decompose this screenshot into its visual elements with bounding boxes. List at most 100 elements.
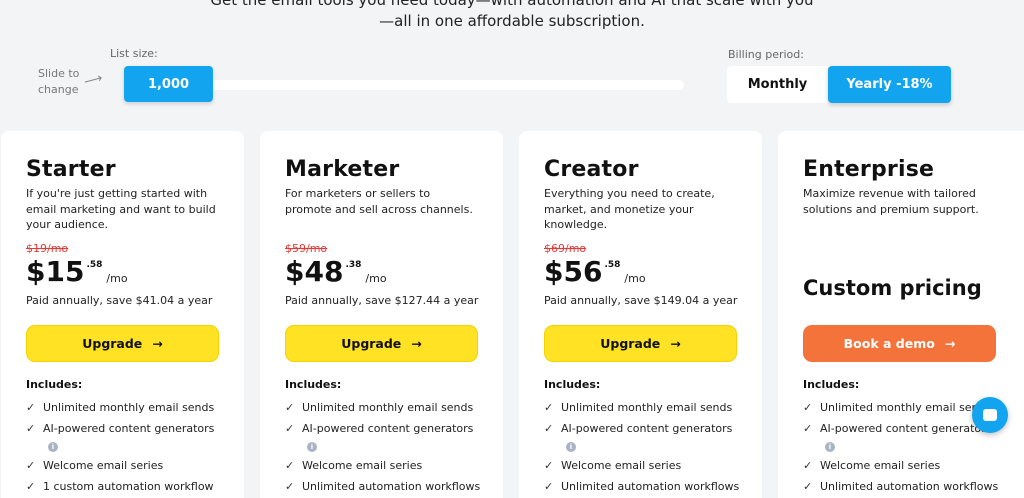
check-icon: ✓ — [803, 459, 813, 472]
billing-yearly-option[interactable]: Yearly -18% — [828, 66, 951, 103]
list-size-slider-handle[interactable]: 1,000 — [124, 66, 213, 102]
plan-old-price: $69/mo — [544, 242, 587, 255]
plan-name: Enterprise — [803, 157, 935, 182]
feature-text: AI-powered content generators — [302, 422, 474, 435]
feature-item: ✓ Unlimited automation workflows — [803, 479, 1003, 495]
list-size-slider-track[interactable] — [206, 80, 684, 90]
chat-widget-button[interactable] — [972, 397, 1008, 433]
feature-text: AI-powered content generators — [561, 422, 733, 435]
check-icon: ✓ — [26, 422, 36, 435]
info-icon[interactable]: i — [566, 442, 576, 452]
check-icon: ✓ — [26, 459, 36, 472]
check-icon: ✓ — [285, 401, 295, 414]
info-icon[interactable]: i — [307, 442, 317, 452]
info-icon[interactable]: i — [48, 442, 58, 452]
feature-text: Welcome email series — [302, 459, 423, 472]
upgrade-button[interactable]: Upgrade → — [285, 325, 478, 362]
price-unit: /mo — [106, 272, 128, 285]
plan-savings: Paid annually, save $149.04 a year — [544, 294, 738, 307]
billing-period-toggle: Monthly Yearly -18% — [727, 66, 951, 103]
feature-text: Unlimited monthly email sends — [561, 401, 733, 414]
feature-text: Welcome email series — [43, 459, 164, 472]
billing-period-label: Billing period: — [728, 48, 804, 61]
feature-text: 1 custom automation workflow — [43, 480, 214, 493]
includes-label: Includes: — [285, 378, 342, 391]
book-demo-button[interactable]: Book a demo → — [803, 325, 996, 362]
plan-old-price: $59/mo — [285, 242, 328, 255]
includes-label: Includes: — [544, 378, 601, 391]
price-main: $56 — [544, 255, 603, 288]
cta-label: Upgrade — [82, 336, 143, 351]
feature-text: Unlimited automation workflows — [302, 480, 481, 493]
check-icon: ✓ — [285, 480, 295, 493]
plan-price: $56 .58 /mo — [544, 256, 738, 290]
check-icon: ✓ — [26, 480, 36, 493]
upgrade-button[interactable]: Upgrade → — [544, 325, 737, 362]
upgrade-button[interactable]: Upgrade → — [26, 325, 219, 362]
plan-card-creator: Creator Everything you need to create, m… — [519, 131, 762, 498]
feature-text: Unlimited monthly email sends — [820, 401, 992, 414]
check-icon: ✓ — [285, 459, 295, 472]
price-unit: /mo — [365, 272, 387, 285]
info-icon[interactable]: i — [825, 442, 835, 452]
feature-text: Unlimited automation workflows — [820, 480, 999, 493]
slide-hint-line-2: change — [38, 83, 79, 96]
feature-text-wrap: AI-powered content generators i — [302, 421, 485, 453]
check-icon: ✓ — [544, 422, 554, 435]
plan-card-marketer: Marketer For marketers or sellers to pro… — [260, 131, 503, 498]
plan-description: Maximize revenue with tailored solutions… — [803, 187, 979, 216]
plan-price: $48 .38 /mo — [285, 256, 479, 290]
custom-pricing: Custom pricing — [803, 276, 982, 300]
feature-text-wrap: AI-powered content generators i — [43, 421, 226, 453]
feature-item: ✓ AI-powered content generators i — [803, 421, 1003, 453]
check-icon: ✓ — [544, 480, 554, 493]
feature-item: ✓ AI-powered content generators i — [26, 421, 226, 453]
check-icon: ✓ — [803, 480, 813, 493]
feature-text: Unlimited monthly email sends — [43, 401, 215, 414]
check-icon: ✓ — [544, 401, 554, 414]
feature-text: Welcome email series — [561, 459, 682, 472]
plan-old-price: $19/mo — [26, 242, 69, 255]
feature-item: ✓ Welcome email series — [285, 458, 485, 474]
feature-text: Welcome email series — [820, 459, 941, 472]
feature-item: ✓ Unlimited monthly email sends — [26, 400, 226, 416]
plan-price: $15 .58 /mo — [26, 256, 220, 290]
plan-card-starter: Starter If you're just getting started w… — [1, 131, 244, 498]
feature-item: ✓ Welcome email series — [26, 458, 226, 474]
plan-name: Creator — [544, 157, 639, 182]
feature-text: AI-powered content generators — [43, 422, 215, 435]
plan-description: If you're just getting started with emai… — [26, 187, 216, 231]
price-cents: .58 — [604, 260, 621, 270]
arrow-right-icon: → — [670, 336, 681, 351]
arrow-right-icon: → — [944, 336, 956, 351]
feature-item: ✓ AI-powered content generators i — [544, 421, 744, 453]
feature-list: ✓ Unlimited monthly email sends ✓ AI-power… — [285, 400, 485, 498]
feature-item: ✓ Unlimited automation workflows — [285, 479, 485, 495]
feature-text-wrap: AI-powered content generators i — [561, 421, 744, 453]
plan-savings: Paid annually, save $41.04 a year — [26, 294, 213, 307]
feature-list: ✓ Unlimited monthly email sends ✓ AI-power… — [544, 400, 744, 498]
plan-name: Starter — [26, 157, 116, 182]
feature-text: Unlimited monthly email sends — [302, 401, 474, 414]
pricing-page: Get the email tools you need today—with … — [0, 0, 1024, 498]
feature-text: Unlimited automation workflows — [561, 480, 740, 493]
arrow-right-icon: → — [411, 336, 422, 351]
cta-label: Book a demo — [843, 336, 935, 351]
price-unit: /mo — [624, 272, 646, 285]
plan-name: Marketer — [285, 157, 400, 182]
plan-card-enterprise: Enterprise Maximize revenue with tailore… — [778, 131, 1024, 498]
feature-item: ✓ Unlimited monthly email sends — [544, 400, 744, 416]
plan-savings: Paid annually, save $127.44 a year — [285, 294, 479, 307]
feature-text: AI-powered content generators — [820, 422, 992, 435]
plan-description: Everything you need to create, market, a… — [544, 187, 715, 231]
feature-item: ✓ Welcome email series — [803, 458, 1003, 474]
includes-label: Includes: — [26, 378, 83, 391]
slide-hint: Slide to change — [38, 66, 79, 98]
billing-monthly-option[interactable]: Monthly — [727, 66, 828, 103]
check-icon: ✓ — [803, 422, 813, 435]
slide-hint-line-1: Slide to — [38, 67, 80, 80]
price-cents: .58 — [86, 260, 103, 270]
feature-item: ✓ Welcome email series — [544, 458, 744, 474]
includes-label: Includes: — [803, 378, 860, 391]
chat-icon — [983, 409, 997, 421]
